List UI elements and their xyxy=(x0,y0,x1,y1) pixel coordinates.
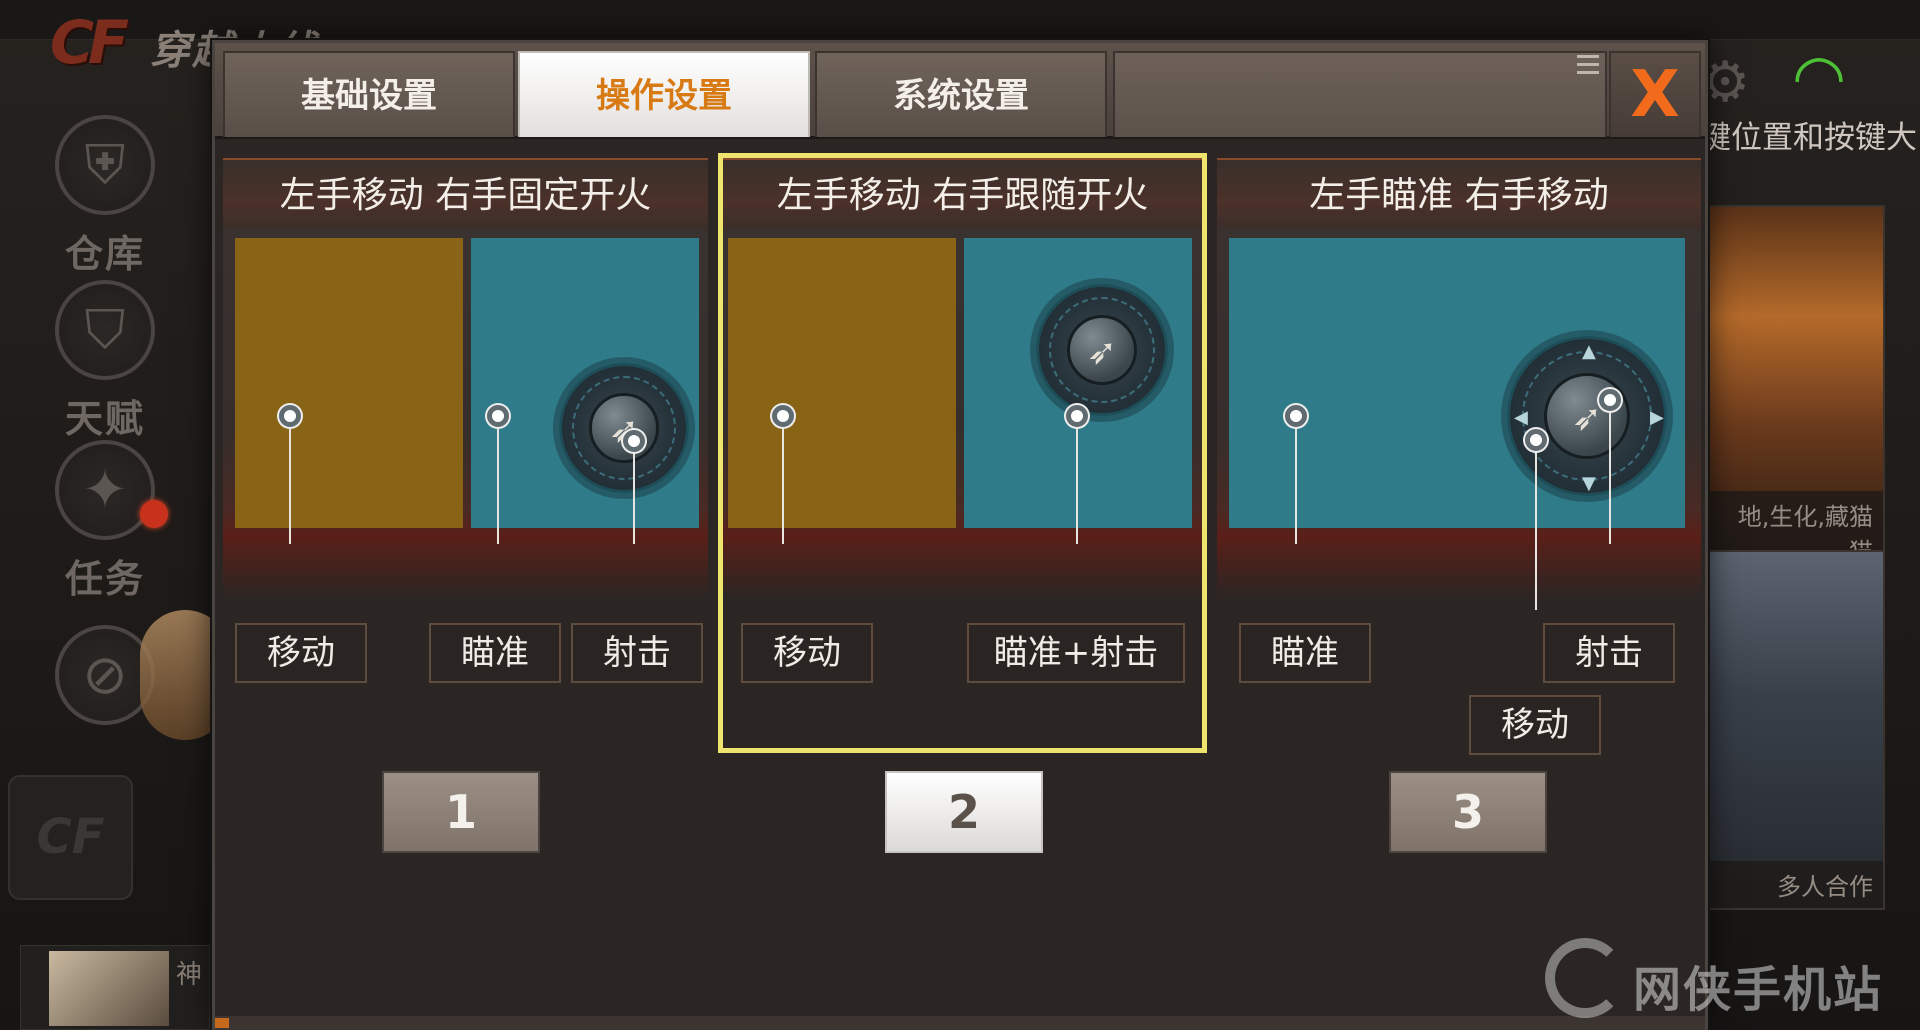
tab-bar-filler xyxy=(1113,51,1607,137)
select-mode-1-button[interactable]: 1 xyxy=(382,771,540,853)
mode-title: 左手移动 右手固定开火 xyxy=(223,158,708,230)
wifi-icon: ◠ xyxy=(1792,40,1847,113)
fire-marker xyxy=(1599,389,1621,411)
move-zone xyxy=(235,238,463,528)
watermark-logo-icon xyxy=(1545,938,1625,1018)
warehouse-icon: ⛨ xyxy=(55,115,155,215)
mode-title: 左手瞄准 右手移动 xyxy=(1217,158,1701,230)
aim-marker xyxy=(1285,405,1307,427)
close-button[interactable]: X xyxy=(1609,51,1701,137)
arrow-up-icon: ▲ xyxy=(1582,341,1596,362)
arrow-down-icon: ▼ xyxy=(1582,473,1596,494)
mode-card-caption: 多人合作 xyxy=(1707,861,1883,908)
talent-icon: ⛉ xyxy=(55,280,155,380)
notification-dot xyxy=(140,500,168,528)
aim-marker xyxy=(487,405,509,427)
move-marker xyxy=(1525,429,1547,451)
label-move: 移动 xyxy=(1469,695,1601,755)
cf-home-button[interactable]: CF xyxy=(8,775,133,900)
dialog-footer xyxy=(215,1016,1705,1030)
selected-mode-frame xyxy=(718,153,1207,753)
game-screen: CF 穿越火线 ⛨ 仓库 ⛉ 天赋 ✦ 任务 ⊘ CF 神 ⚙ ◠ 键位置和按键… xyxy=(0,0,1920,1030)
control-mode-3-panel[interactable]: 左手瞄准 右手移动 ➶ ▲ ▼ ◀ ▶ xyxy=(1217,158,1701,610)
lobby-right-panel: ⚙ ◠ 键位置和按键大 地,生化,藏猫猫 多人合作 xyxy=(1700,40,1920,1030)
footer-accent xyxy=(215,1018,229,1028)
bullet-icon: ➶ xyxy=(1543,372,1631,460)
tab-bar: 基础设置 操作设置 系统设置 X xyxy=(215,43,1705,139)
watermark-text: 网侠手机站 xyxy=(1633,962,1884,1018)
label-fire: 射击 xyxy=(571,623,703,683)
settings-dialog: 基础设置 操作设置 系统设置 X 左手移动 右手固定开火 ➶ 左手移动 右手跟随… xyxy=(212,40,1708,1030)
tab-basic-settings[interactable]: 基础设置 xyxy=(223,51,515,137)
move-fire-joystick: ➶ ▲ ▼ ◀ ▶ xyxy=(1507,336,1667,496)
label-fire: 射击 xyxy=(1543,623,1675,683)
mode-card-coop[interactable]: 多人合作 xyxy=(1705,550,1885,910)
sidebar-item-label: 天赋 xyxy=(64,397,145,441)
sidebar-item-warehouse[interactable]: ⛨ 仓库 xyxy=(30,115,180,276)
hint-text: 键位置和按键大 xyxy=(1700,120,1917,156)
site-watermark: 网侠手机站 xyxy=(1545,938,1915,1025)
label-aim: 瞄准 xyxy=(1239,623,1371,683)
sidebar-item-talent[interactable]: ⛉ 天赋 xyxy=(30,280,180,441)
control-mode-1-panel[interactable]: 左手移动 右手固定开火 ➶ xyxy=(223,158,708,598)
player-name: 神 xyxy=(176,960,203,990)
tab-system-settings[interactable]: 系统设置 xyxy=(815,51,1107,137)
bullet-icon: ➶ xyxy=(589,393,659,463)
fire-marker xyxy=(623,430,645,452)
logo-cf-text: CF xyxy=(50,8,129,78)
mission-icon: ✦ xyxy=(55,440,155,540)
menu-icon xyxy=(1577,55,1599,81)
mode-card-zombie[interactable]: 地,生化,藏猫猫 xyxy=(1705,205,1885,575)
select-mode-3-button[interactable]: 3 xyxy=(1389,771,1547,853)
sidebar-item-label: 仓库 xyxy=(64,232,145,276)
label-move: 移动 xyxy=(235,623,367,683)
select-mode-2-button[interactable]: 2 xyxy=(885,771,1043,853)
player-portrait xyxy=(49,951,169,1026)
move-marker xyxy=(279,405,301,427)
player-card[interactable]: 神 xyxy=(20,945,210,1030)
sidebar-item-label: 任务 xyxy=(64,557,145,601)
fire-joystick: ➶ xyxy=(559,363,689,493)
tab-control-settings[interactable]: 操作设置 xyxy=(518,51,810,137)
arrow-right-icon: ▶ xyxy=(1650,407,1664,428)
arrow-left-icon: ◀ xyxy=(1514,407,1528,428)
label-aim: 瞄准 xyxy=(429,623,561,683)
